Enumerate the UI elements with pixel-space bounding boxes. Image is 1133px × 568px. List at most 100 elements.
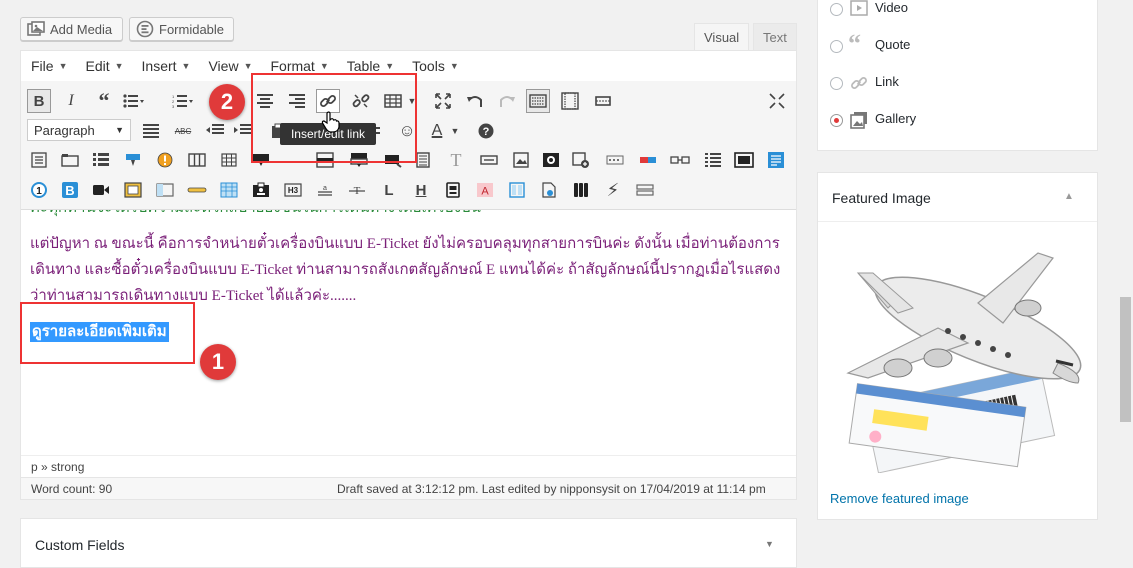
image-icon[interactable] <box>509 148 533 172</box>
add-image-icon[interactable] <box>569 148 593 172</box>
column-bars-icon[interactable] <box>569 178 593 202</box>
add-media-button[interactable]: Add Media <box>20 17 123 41</box>
list-items-icon[interactable] <box>701 148 725 172</box>
heading-h3-icon[interactable]: H3 <box>281 178 305 202</box>
menu-format[interactable]: Format ▼ <box>270 58 328 74</box>
align-justify-icon[interactable] <box>139 119 163 143</box>
chevron-down-icon[interactable]: ▼ <box>765 539 774 549</box>
media-player-icon[interactable] <box>732 148 756 172</box>
strikethrough-icon[interactable]: ABC <box>171 119 195 143</box>
form-icon[interactable] <box>27 148 51 172</box>
chevron-down-icon: ▼ <box>58 61 68 71</box>
menu-file[interactable]: File ▼ <box>31 58 67 74</box>
custom-fields-title: Custom Fields <box>35 537 125 553</box>
annotation-badge-1: 1 <box>200 344 236 380</box>
numbered-badge-icon[interactable]: 1 <box>27 178 51 202</box>
bullet-list-icon[interactable] <box>122 89 146 113</box>
text-strike-icon[interactable]: T <box>345 178 369 202</box>
svg-text:a: a <box>323 185 327 192</box>
tab-visual[interactable]: Visual <box>694 23 749 50</box>
chevron-down-icon: ▼ <box>181 61 191 71</box>
id-card-icon[interactable] <box>249 178 273 202</box>
numbered-list-icon[interactable]: 123 <box>171 89 195 113</box>
grid-icon[interactable] <box>217 148 241 172</box>
progress-bar-icon[interactable] <box>636 148 660 172</box>
format-radio-gallery[interactable] <box>830 114 843 127</box>
separator-icon[interactable] <box>633 178 657 202</box>
text-highlight-icon[interactable]: A <box>473 178 497 202</box>
phone-icon[interactable] <box>441 178 465 202</box>
menu-tools[interactable]: Tools ▼ <box>412 58 459 74</box>
tab-text-label: Text <box>763 29 787 45</box>
image-frame-icon[interactable] <box>121 178 145 202</box>
menu-insert[interactable]: Insert ▼ <box>142 58 191 74</box>
chevron-up-icon[interactable]: ▲ <box>1064 191 1074 202</box>
counter-icon[interactable] <box>603 148 627 172</box>
menu-table[interactable]: Table ▼ <box>347 58 394 74</box>
annotation-box-text <box>20 302 195 364</box>
lightning-icon[interactable]: ⚡ <box>601 178 625 202</box>
heading-icon[interactable]: H <box>409 178 433 202</box>
page-scrollbar[interactable] <box>1117 0 1133 560</box>
remove-featured-image-link[interactable]: Remove featured image <box>830 491 969 506</box>
two-column-icon[interactable] <box>505 178 529 202</box>
read-more-icon[interactable] <box>591 89 615 113</box>
help-icon[interactable]: ? <box>474 119 498 143</box>
italic-icon[interactable]: I <box>59 89 83 113</box>
chevron-down-icon: ▼ <box>449 61 459 71</box>
sidebar-layout-icon[interactable] <box>153 178 177 202</box>
blockquote-icon[interactable]: “ <box>92 88 116 113</box>
table-blue-icon[interactable] <box>217 178 241 202</box>
format-radio-quote[interactable] <box>830 40 843 53</box>
chevron-down-icon: ▼ <box>114 61 124 71</box>
bold-icon[interactable]: B <box>27 89 51 113</box>
menu-table-label: Table <box>346 58 381 74</box>
outdent-icon[interactable] <box>203 119 227 143</box>
video-camera-icon[interactable] <box>89 178 113 202</box>
paragraph-select[interactable]: Paragraph ▼ <box>27 119 131 141</box>
custom-fields-panel[interactable]: Custom Fields ▼ <box>20 518 797 568</box>
tabs-icon[interactable] <box>58 148 82 172</box>
featured-image-header[interactable]: Featured Image ▲ <box>818 173 1097 222</box>
formidable-button[interactable]: Formidable <box>129 17 234 41</box>
toggle-icon[interactable] <box>668 148 692 172</box>
notice-icon[interactable] <box>121 148 145 172</box>
format-radio-link[interactable] <box>830 77 843 90</box>
gallery-shortcode-icon[interactable] <box>539 148 563 172</box>
fullscreen-icon[interactable] <box>431 89 455 113</box>
menu-edit[interactable]: Edit ▼ <box>85 58 123 74</box>
tab-text[interactable]: Text <box>753 23 797 50</box>
text-box-icon[interactable] <box>764 148 788 172</box>
highlight-bar-icon[interactable] <box>185 178 209 202</box>
redo-icon[interactable] <box>495 89 519 113</box>
text-lines-icon[interactable]: a <box>313 178 337 202</box>
text-block-icon[interactable]: T <box>444 148 468 172</box>
letter-l-icon[interactable]: L <box>377 178 401 202</box>
link-icon <box>851 77 867 89</box>
menu-edit-label: Edit <box>85 58 110 74</box>
add-media-label: Add Media <box>50 21 113 37</box>
menu-view[interactable]: View ▼ <box>208 58 252 74</box>
alert-icon[interactable] <box>153 148 177 172</box>
list-icon[interactable] <box>89 148 113 172</box>
menu-insert-label: Insert <box>141 58 177 74</box>
chevron-down-icon[interactable]: ▼ <box>449 119 461 143</box>
format-radio-video[interactable] <box>830 3 843 16</box>
text-color-icon[interactable]: A <box>425 119 449 143</box>
featured-image-thumbnail[interactable] <box>828 233 1088 473</box>
undo-icon[interactable] <box>463 89 487 113</box>
scrollbar-thumb[interactable] <box>1120 297 1131 422</box>
columns-icon[interactable] <box>185 148 209 172</box>
format-label-video: Video <box>875 0 909 15</box>
paragraph-select-label: Paragraph <box>34 122 95 138</box>
frame-icon[interactable] <box>558 89 582 113</box>
file-icon[interactable] <box>537 178 561 202</box>
badge-b-icon[interactable]: B <box>58 178 82 202</box>
toolbar-toggle-icon[interactable] <box>526 89 550 113</box>
gallery-icon <box>850 112 867 129</box>
input-icon[interactable] <box>477 148 501 172</box>
menu-file-label: File <box>31 58 54 74</box>
distraction-free-icon[interactable] <box>765 89 789 113</box>
element-path-label: p » strong <box>31 459 85 474</box>
chevron-down-icon: ▼ <box>243 61 253 71</box>
